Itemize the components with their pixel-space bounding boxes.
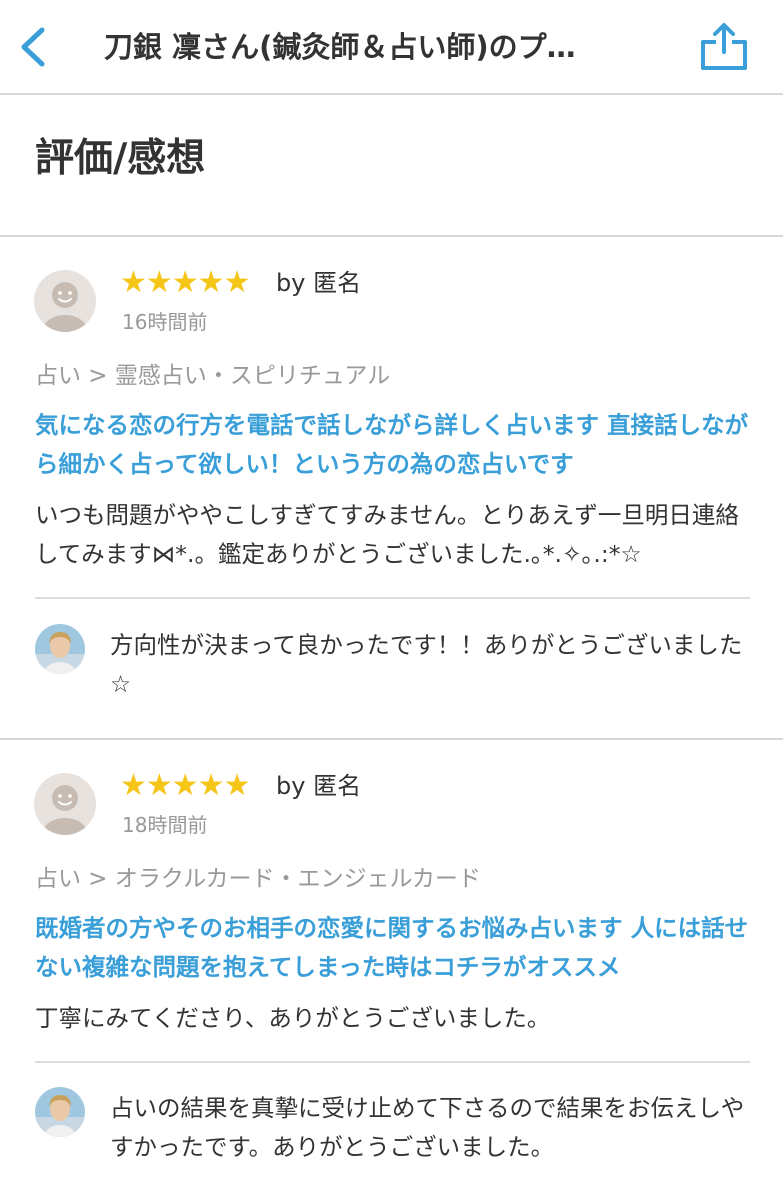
rating-stars: ★★★★★ bbox=[120, 768, 250, 803]
review-body: 丁寧にみてくださり、ありがとうございました。 bbox=[35, 1004, 551, 1032]
nav-bar: 刀銀 凜さん(鍼灸師＆占い師)のプ… bbox=[0, 0, 783, 95]
default-avatar-icon bbox=[34, 270, 96, 332]
service-title-link[interactable]: 既婚者の方やそのお相手の恋愛に関するお悩み占います 人には話せない複雑な問題を抱… bbox=[35, 909, 750, 987]
section-title: 評価/感想 bbox=[35, 136, 206, 181]
seller-reply: 占いの結果を真摯に受け止めて下さるので結果をお伝えしやすかったです。ありがとうご… bbox=[110, 1094, 745, 1161]
seller-avatar[interactable] bbox=[35, 1087, 85, 1137]
review-category[interactable]: 占い > オラクルカード・エンジェルカード bbox=[35, 863, 481, 895]
reviewer-name: by 匿名 bbox=[276, 269, 362, 297]
rating-stars: ★★★★★ bbox=[120, 265, 250, 300]
share-icon[interactable] bbox=[697, 20, 751, 72]
service-title-link[interactable]: 気になる恋の行方を電話で話しながら詳しく占います 直接話しながら細かく占って欲し… bbox=[35, 406, 750, 484]
review-time: 16時間前 bbox=[122, 310, 208, 334]
page-title: 刀銀 凜さん(鍼灸師＆占い師)のプ… bbox=[104, 30, 576, 64]
seller-photo-icon bbox=[35, 1087, 85, 1137]
back-chevron-icon[interactable] bbox=[14, 24, 54, 70]
default-avatar-icon bbox=[34, 773, 96, 835]
review-separator bbox=[0, 738, 783, 740]
seller-photo-icon bbox=[35, 624, 85, 674]
divider bbox=[35, 1061, 750, 1063]
seller-reply: 方向性が決まって良かったです！！ありがとうございました☆ bbox=[110, 631, 743, 698]
divider bbox=[35, 597, 750, 599]
reviewer-name: by 匿名 bbox=[276, 772, 362, 800]
review-body: いつも問題がややこしすぎてすみません。とりあえず一旦明日連絡してみます⋈*.。鑑… bbox=[35, 501, 739, 568]
seller-avatar[interactable] bbox=[35, 624, 85, 674]
review-time: 18時間前 bbox=[122, 813, 208, 837]
section-header: 評価/感想 bbox=[0, 95, 783, 237]
review-category[interactable]: 占い > 霊感占い・スピリチュアル bbox=[35, 360, 390, 392]
